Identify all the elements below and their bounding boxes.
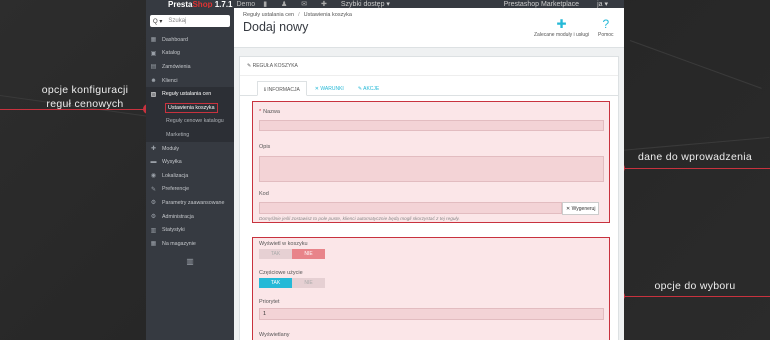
status-label: Wyświetlany bbox=[259, 332, 290, 338]
tab-information[interactable]: ℹ INFORMACJA bbox=[257, 81, 307, 96]
sidebar: Q ▾ Szukaj ▦ Dashboard ▣ Katalog ▤ Zamówien… bbox=[146, 8, 234, 340]
description-textarea[interactable] bbox=[259, 156, 604, 182]
priority-input[interactable]: 1 bbox=[259, 308, 604, 320]
highlight-label: Wyświetl w koszyku bbox=[259, 241, 308, 247]
tab-conditions[interactable]: ✕ WARUNKI bbox=[309, 81, 350, 96]
sidebar-item-preferences[interactable]: ✎ Preferencje bbox=[146, 183, 234, 197]
user-menu[interactable]: ja ▾ bbox=[597, 0, 608, 8]
sidebar-subitem-marketing[interactable]: Marketing bbox=[146, 128, 234, 142]
recommended-modules-button[interactable]: ✚ Zalecane moduły i usługi bbox=[534, 17, 589, 38]
tab-bar: ℹ INFORMACJA ✕ WARUNKI ✎ AKCJE bbox=[240, 76, 618, 96]
bar-chart-icon: ▥ bbox=[150, 227, 157, 234]
page-header: Reguły ustalania cen / Ustawienia koszyka … bbox=[234, 8, 624, 48]
breadcrumb-cart-rules[interactable]: Ustawienia koszyka bbox=[304, 12, 352, 18]
catalog-icon: ▣ bbox=[150, 50, 157, 57]
highlight-switch[interactable]: TAK NIE bbox=[259, 249, 325, 259]
page-title: Dodaj nowy bbox=[243, 20, 309, 34]
annotation-line1: opcje konfiguracji bbox=[41, 84, 129, 96]
customers-icon: ☻ bbox=[150, 77, 157, 84]
help-icon: ? bbox=[602, 17, 610, 31]
stock-icon: ▦ bbox=[150, 241, 157, 248]
shop-name[interactable]: Demo bbox=[237, 1, 256, 8]
main-content: Reguły ustalania cen / Ustawienia koszyka … bbox=[234, 8, 624, 340]
help-button[interactable]: ? Pomoc bbox=[598, 17, 614, 38]
breadcrumb-price-rules[interactable]: Reguły ustalania cen bbox=[243, 12, 294, 18]
priority-label: Priorytet bbox=[259, 299, 280, 305]
code-label: Kod bbox=[259, 191, 269, 197]
choice-options-section: Wyświetl w koszyku TAK NIE Częściowe uży… bbox=[252, 237, 610, 340]
annotation-connector bbox=[620, 296, 770, 297]
marketplace-link[interactable]: Prestashop Marketplace bbox=[504, 1, 579, 8]
sidebar-item-modules[interactable]: ✚ Moduły bbox=[146, 142, 234, 156]
cart-rule-panel: ✎ REGUŁA KOSZYKA ℹ INFORMACJA ✕ WARUNKI … bbox=[239, 56, 619, 340]
sidebar-item-customers[interactable]: ☻ Klienci bbox=[146, 74, 234, 88]
annotation-choice-options: opcje do wyboru bbox=[654, 280, 736, 292]
sidebar-item-shipping[interactable]: ▬ Wysyłka bbox=[146, 155, 234, 169]
partial-use-no-option[interactable]: NIE bbox=[292, 278, 325, 288]
notification-icons[interactable]: ▮ ♟ ✉ ✚ bbox=[263, 0, 333, 8]
partial-use-switch[interactable]: TAK NIE bbox=[259, 278, 325, 288]
truck-icon: ▬ bbox=[150, 159, 157, 166]
sidebar-item-advanced-parameters[interactable]: ⚙ Parametry zaawansowane bbox=[146, 196, 234, 210]
top-bar: PrestaShop 1.7.1 Demo ▮ ♟ ✉ ✚ Szybki dos… bbox=[146, 0, 624, 9]
code-help-text: Domyślnie jeśli zostawisz to pole puste,… bbox=[259, 216, 460, 221]
sidebar-collapse-icon[interactable]: ▥ bbox=[146, 257, 234, 266]
description-label: Opis bbox=[259, 144, 271, 150]
generate-code-button[interactable]: ✕ Wygeneruj bbox=[562, 202, 600, 215]
sidebar-subitem-cart-rules[interactable]: Ustawienia koszyka bbox=[146, 100, 234, 115]
partial-use-yes-option[interactable]: TAK bbox=[259, 278, 292, 288]
sidebar-item-orders[interactable]: ▤ Zamówienia bbox=[146, 60, 234, 74]
panel-heading: ✎ REGUŁA KOSZYKA bbox=[240, 57, 618, 76]
search-input[interactable]: Q ▾ Szukaj bbox=[150, 15, 230, 27]
gear-icon: ⚙ bbox=[150, 214, 157, 221]
highlight-yes-option[interactable]: TAK bbox=[259, 249, 292, 259]
breadcrumb: Reguły ustalania cen / Ustawienia koszyka bbox=[243, 12, 352, 18]
search-placeholder: Szukaj bbox=[168, 18, 187, 24]
annotation-connector bbox=[620, 168, 770, 169]
name-input[interactable] bbox=[259, 120, 604, 131]
annotation-config-options: opcje konfiguracji reguł cenowych bbox=[30, 83, 140, 111]
prestashop-admin: PrestaShop 1.7.1 Demo ▮ ♟ ✉ ✚ Szybki dos… bbox=[146, 0, 624, 340]
annotation-connector bbox=[0, 109, 146, 110]
dashboard-icon: ▦ bbox=[150, 37, 157, 44]
sidebar-item-stock[interactable]: ▦ Na magazynie bbox=[146, 237, 234, 251]
modules-icon: ✚ bbox=[150, 146, 157, 153]
annotation-input-data: dane do wprowadzenia bbox=[638, 151, 752, 163]
code-input[interactable] bbox=[259, 202, 562, 214]
wrench-icon: ✎ bbox=[150, 186, 157, 193]
search-icon[interactable]: Q ▾ bbox=[153, 18, 162, 25]
sidebar-item-dashboard[interactable]: ▦ Dashboard bbox=[146, 33, 234, 47]
name-label: * Nazwa bbox=[259, 109, 280, 115]
sidebar-item-stats[interactable]: ▥ Statystyki bbox=[146, 223, 234, 237]
priority-value: 1 bbox=[263, 311, 267, 317]
sidebar-subitem-catalog-rules[interactable]: Reguły cenowe katalogu bbox=[146, 114, 234, 129]
quick-access-menu[interactable]: Szybki dostęp ▾ bbox=[341, 0, 390, 8]
sidebar-item-catalog[interactable]: ▣ Katalog bbox=[146, 47, 234, 61]
input-data-section: * Nazwa Opis Kod ✕ Wygeneruj Domyślnie je… bbox=[252, 101, 610, 223]
orders-icon: ▤ bbox=[150, 64, 157, 71]
gears-icon: ⚙ bbox=[150, 200, 157, 207]
sidebar-item-price-rules[interactable]: ▨ Reguły ustalania cen bbox=[146, 87, 234, 101]
globe-icon: ◉ bbox=[150, 173, 157, 180]
partial-use-label: Częściowe użycie bbox=[259, 270, 303, 276]
sidebar-item-administration[interactable]: ⚙ Administracja bbox=[146, 210, 234, 224]
price-rules-icon: ▨ bbox=[150, 91, 157, 98]
highlight-no-option[interactable]: NIE bbox=[292, 249, 325, 259]
tab-actions[interactable]: ✎ AKCJE bbox=[352, 81, 385, 96]
puzzle-icon: ✚ bbox=[556, 17, 567, 31]
sidebar-item-localization[interactable]: ◉ Lokalizacja bbox=[146, 169, 234, 183]
